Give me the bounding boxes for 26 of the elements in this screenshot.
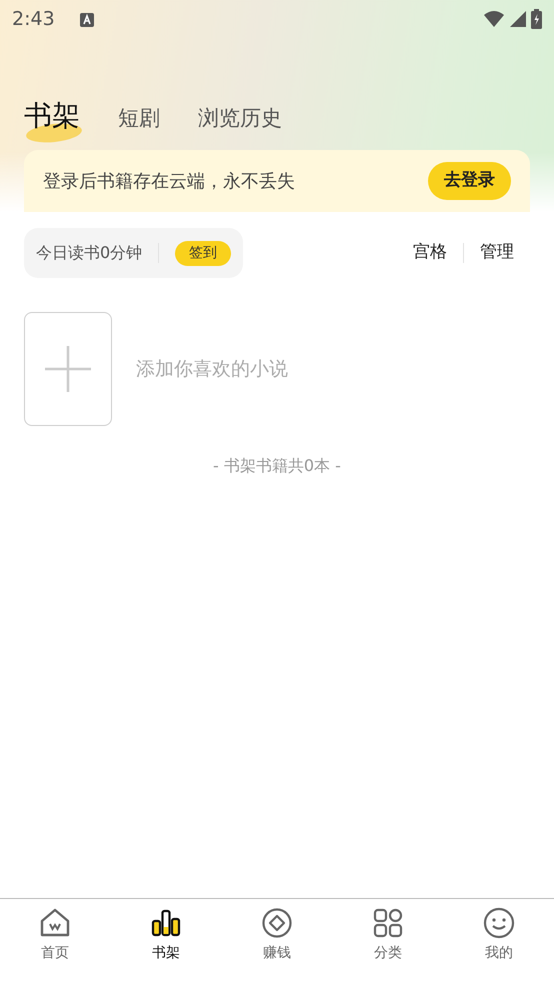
add-book-hint: 添加你喜欢的小说 xyxy=(136,356,288,382)
reading-time: 今日读书0分钟 xyxy=(36,242,142,264)
nav-tab[interactable]: 赚钱 xyxy=(222,899,332,984)
coin-icon xyxy=(261,907,293,939)
view-action[interactable]: 管理 xyxy=(480,240,514,266)
grid-icon xyxy=(372,907,404,939)
books-icon xyxy=(150,907,182,939)
plus-icon xyxy=(44,345,92,393)
view-action[interactable]: 宫格 xyxy=(413,240,447,266)
nav-tab[interactable]: 我的 xyxy=(444,899,554,984)
tab[interactable]: 浏览历史 xyxy=(198,102,282,134)
add-book-button[interactable] xyxy=(24,312,112,426)
status-time: 2:43 xyxy=(12,6,55,32)
login-button[interactable]: 去登录 xyxy=(428,162,511,200)
battery-icon xyxy=(531,9,542,29)
nav-tab[interactable]: 书架 xyxy=(111,899,221,984)
tab[interactable]: 短剧 xyxy=(118,102,160,134)
nav-tab[interactable]: 分类 xyxy=(333,899,443,984)
shelf-count: - 书架书籍共0本 - xyxy=(213,456,341,475)
home-icon xyxy=(39,907,71,939)
checkin-button[interactable]: 签到 xyxy=(175,240,232,266)
nav-tab[interactable]: 首页 xyxy=(0,899,110,984)
smiley-icon xyxy=(483,907,515,939)
wifi-icon xyxy=(483,10,505,28)
banner-text: 登录后书籍存在云端，永不丢失 xyxy=(43,170,295,194)
signal-icon xyxy=(509,10,527,28)
